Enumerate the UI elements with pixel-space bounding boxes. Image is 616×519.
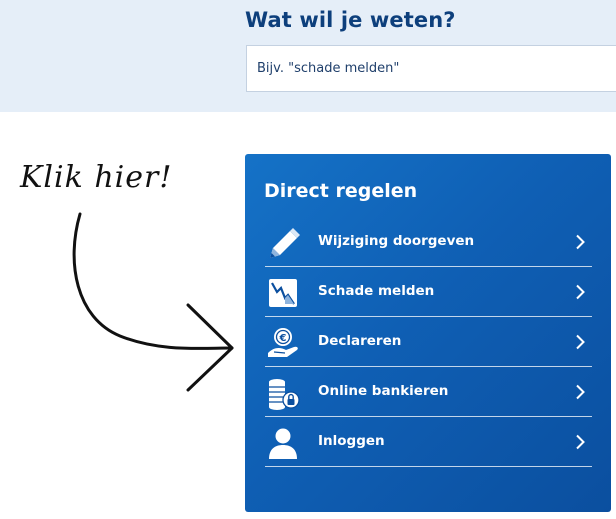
panel-title: Direct regelen: [264, 180, 418, 202]
menu-item-label: Online bankieren: [318, 383, 449, 399]
svg-text:€: €: [279, 333, 287, 344]
hand-euro-coin-icon: €: [268, 328, 298, 357]
menu-item-wijziging-doorgeven[interactable]: Wijziging doorgeven: [265, 217, 592, 267]
menu-item-label: Inloggen: [318, 433, 385, 449]
menu-item-inloggen[interactable]: Inloggen: [265, 417, 592, 467]
menu-item-online-bankieren[interactable]: Online bankieren: [265, 367, 592, 417]
menu-item-schade-melden[interactable]: Schade melden: [265, 267, 592, 317]
menu-item-label: Schade melden: [318, 283, 435, 299]
page: Wat wil je weten? Klik hier! Direct rege…: [0, 0, 616, 519]
damage-chart-icon: [269, 279, 297, 307]
menu-item-label: Wijziging doorgeven: [318, 233, 475, 249]
chevron-right-icon: [576, 284, 585, 300]
chevron-right-icon: [576, 434, 585, 450]
coins-lock-icon: [269, 379, 300, 410]
user-icon: [269, 428, 297, 459]
chevron-right-icon: [576, 384, 585, 400]
chevron-right-icon: [576, 234, 585, 250]
action-menu: Wijziging doorgeven Schade melden € Decl…: [265, 217, 592, 467]
direct-regelen-panel: Direct regelen Wijziging doorgeven Schad…: [245, 154, 611, 512]
menu-item-label: Declareren: [318, 333, 402, 349]
menu-item-declareren[interactable]: € Declareren: [265, 317, 592, 367]
chevron-right-icon: [576, 334, 585, 350]
pen-icon: [270, 228, 300, 258]
